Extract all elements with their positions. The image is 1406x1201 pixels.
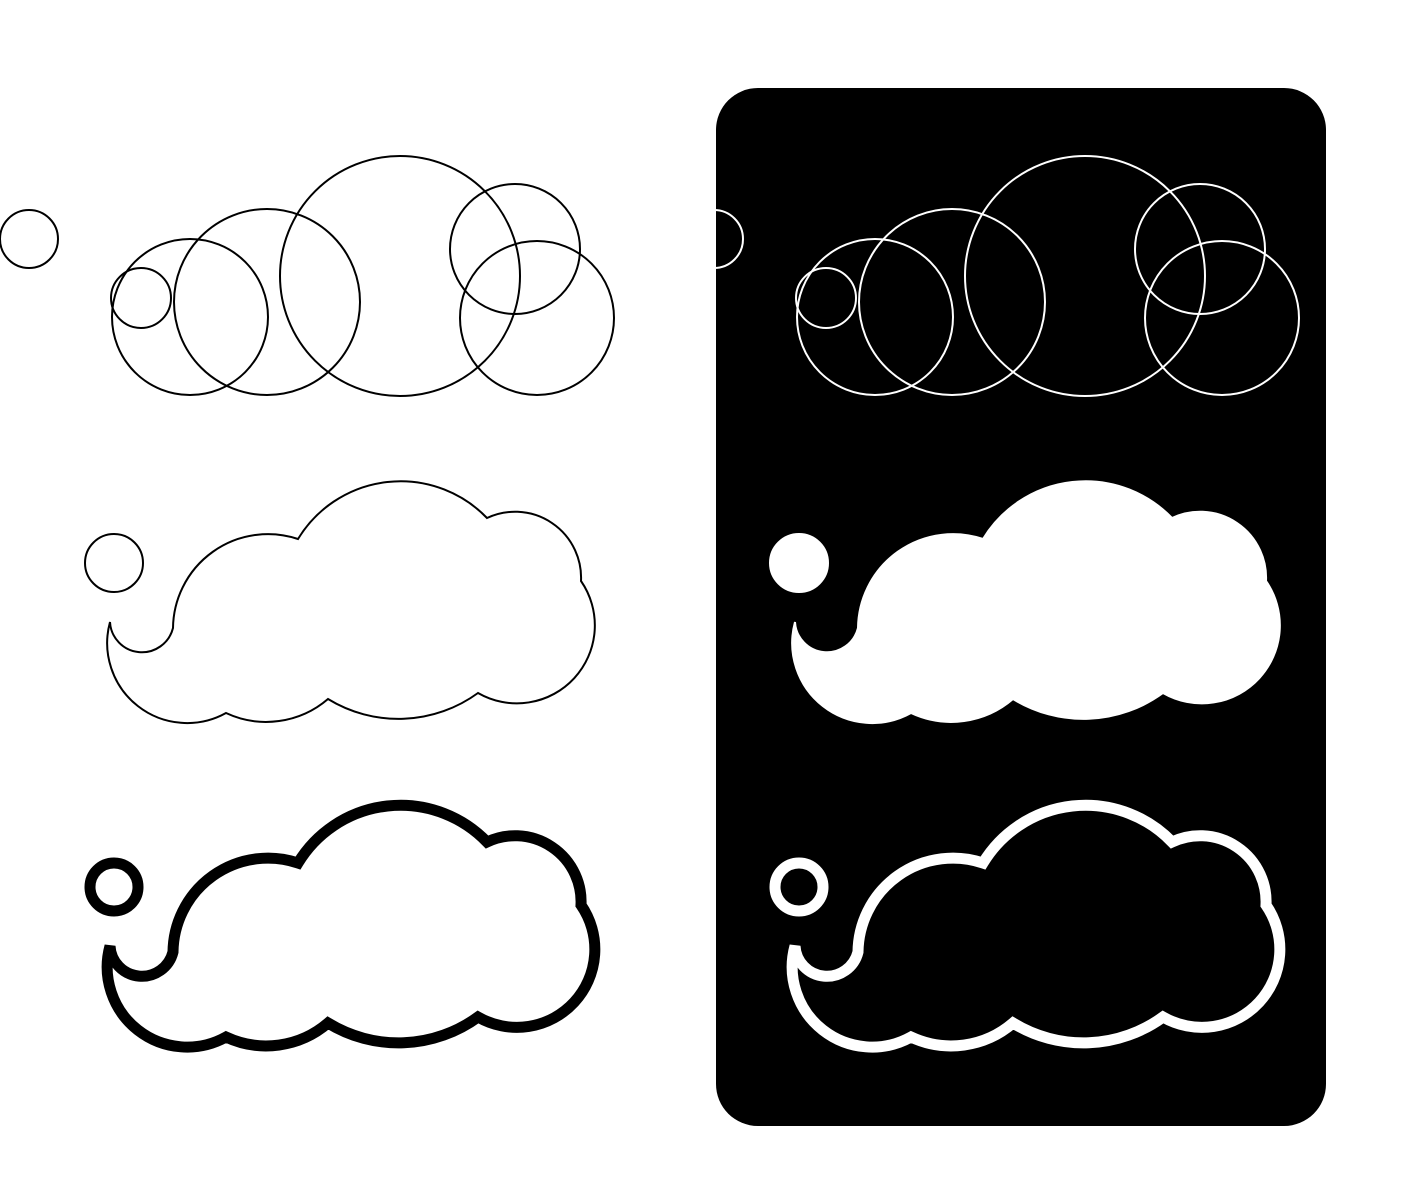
light-panel xyxy=(0,155,615,1053)
thought-bubble-dot-icon xyxy=(769,533,829,593)
construction-circle xyxy=(0,209,59,269)
cloud-bold-outline-icon xyxy=(101,799,601,1053)
cloud-outline-icon xyxy=(106,480,596,725)
thought-bubble-dot-icon xyxy=(84,533,144,593)
construction-circle xyxy=(111,238,269,396)
construction-circles-light xyxy=(0,155,615,397)
construction-circle xyxy=(459,240,615,396)
artwork-canvas xyxy=(0,88,1326,1126)
thought-bubble-ring-icon xyxy=(84,857,144,917)
construction-circle xyxy=(110,267,172,329)
construction-circle xyxy=(449,183,581,315)
cloud-bold-light xyxy=(84,799,601,1053)
cloud-logo-construction-sheet xyxy=(0,0,1406,1196)
cloud-shape-light xyxy=(84,480,596,725)
